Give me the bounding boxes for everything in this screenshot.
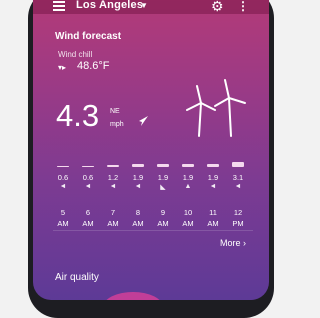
- hour-time: 12 PM: [232, 208, 244, 228]
- air-quality-title: Air quality: [55, 272, 99, 283]
- hour-time: 10 AM: [182, 208, 194, 228]
- hour-column: 0.6 ◄ 6 AM: [76, 162, 100, 228]
- wind-chill-value: 48.6°F: [77, 60, 110, 72]
- hour-value: 3.1: [232, 173, 244, 182]
- hour-time: 6 AM: [82, 208, 94, 228]
- thermometer-wind-icon: ▾▸: [58, 63, 67, 72]
- wind-turbines-icon: [186, 79, 246, 137]
- menu-icon[interactable]: [53, 1, 65, 11]
- wind-bar: [82, 166, 94, 167]
- hour-time: 7 AM: [107, 208, 119, 228]
- chevron-right-icon: ›: [243, 238, 247, 248]
- hour-column: 1.9 ◣ 9 AM: [151, 162, 175, 228]
- more-vert-icon[interactable]: ⋮: [237, 0, 249, 13]
- hour-arrow-icon: ◣: [160, 184, 166, 191]
- hour-value: 0.6: [82, 173, 94, 182]
- wind-speed: 4.3: [56, 98, 100, 133]
- hour-arrow-icon: ◄: [209, 183, 217, 190]
- more-button[interactable]: More ›: [220, 238, 246, 248]
- hour-column: 0.6 ◄ 5 AM: [51, 162, 75, 228]
- wind-direction: NE: [110, 108, 120, 115]
- hour-value: 0.6: [57, 173, 69, 182]
- hour-column: 1.9 ▲ 10 AM: [176, 162, 200, 228]
- hour-value: 1.9: [207, 173, 219, 182]
- wind-bar: [232, 162, 244, 167]
- hour-value: 1.2: [107, 173, 119, 182]
- hour-time: 9 AM: [157, 208, 169, 228]
- hour-column: 1.2 ◄ 7 AM: [101, 162, 125, 228]
- wind-unit: mph: [110, 121, 124, 128]
- hour-arrow-icon: ◄: [109, 183, 117, 190]
- hour-arrow-icon: ◄: [59, 183, 67, 190]
- hour-value: 1.9: [157, 173, 169, 182]
- hour-value: 1.9: [132, 173, 144, 182]
- hour-arrow-icon: ◄: [234, 183, 242, 190]
- wind-bar: [57, 166, 69, 167]
- section-title: Wind forecast: [55, 31, 122, 42]
- direction-arrow-icon: [139, 116, 148, 126]
- wind-bar: [207, 164, 219, 167]
- hour-time: 11 AM: [207, 208, 219, 228]
- hour-column: 1.9 ◄ 11 AM: [201, 162, 225, 228]
- app-bar: Los Angeles ▼ ⚙ ⋮: [33, 0, 269, 14]
- city-selector[interactable]: Los Angeles: [76, 0, 143, 11]
- wind-bar: [132, 164, 144, 167]
- hour-column: 1.9 ◄ 8 AM: [126, 162, 150, 228]
- gear-icon[interactable]: ⚙: [211, 0, 224, 15]
- wind-bar: [107, 165, 119, 167]
- divider: [53, 230, 253, 231]
- wind-bar: [182, 164, 194, 167]
- air-quality-gauge: [103, 292, 163, 300]
- hour-arrow-icon: ◄: [84, 183, 92, 190]
- hour-time: 8 AM: [132, 208, 144, 228]
- hour-column: 3.1 ◄ 12 PM: [226, 162, 250, 228]
- hour-value: 1.9: [182, 173, 194, 182]
- hour-arrow-icon: ▲: [184, 183, 192, 190]
- hour-arrow-icon: ◄: [134, 183, 142, 190]
- wind-bar: [157, 164, 169, 167]
- wind-chill-label: Wind chill: [58, 50, 93, 59]
- app-screen: Los Angeles ▼ ⚙ ⋮ Wind forecast Wind chi…: [33, 0, 269, 300]
- chevron-down-icon[interactable]: ▼: [140, 1, 148, 10]
- hour-time: 5 AM: [57, 208, 69, 228]
